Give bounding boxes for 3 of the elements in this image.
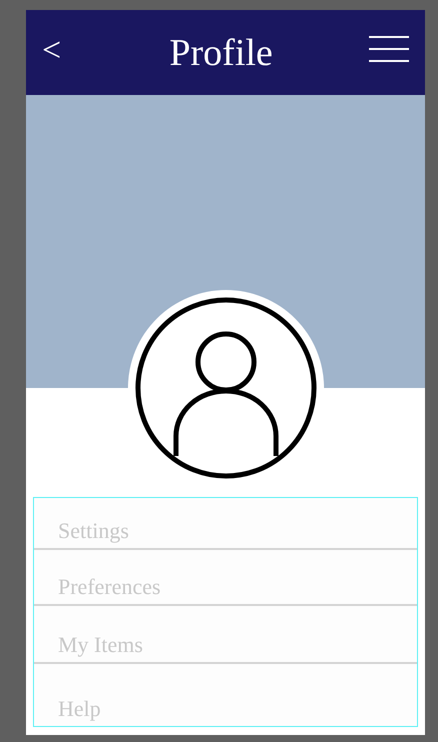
back-button[interactable]: < bbox=[42, 34, 62, 72]
user-avatar-icon bbox=[134, 296, 318, 480]
page-title: Profile bbox=[168, 34, 273, 72]
